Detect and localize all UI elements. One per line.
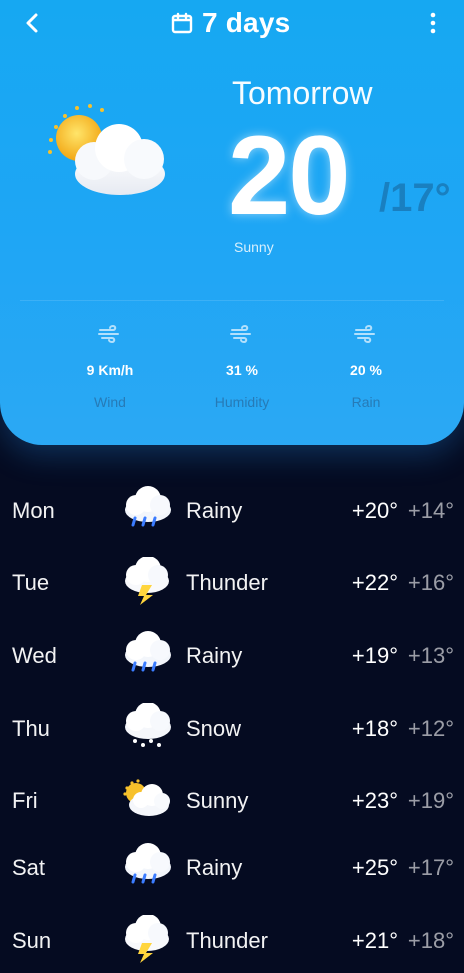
forecast-high: +18°	[351, 716, 398, 741]
wind-icon	[98, 324, 119, 344]
rainy-cloud-icon	[125, 486, 171, 527]
thunder-cloud-icon	[125, 557, 169, 605]
calendar-icon	[171, 12, 193, 34]
forecast-row-tue[interactable]: Tue Thunder +22° +16°	[0, 547, 464, 619]
forecast-low: +19°	[407, 788, 454, 813]
low-temperature: /17°	[379, 176, 451, 220]
rainy-cloud-icon	[125, 843, 171, 884]
forecast-high: +23°	[351, 788, 398, 813]
forecast-condition: Thunder	[186, 928, 268, 953]
partly-sunny-icon	[48, 104, 165, 195]
wind-stat: 9 Km/h Wind	[55, 322, 165, 410]
forecast-high: +19°	[351, 643, 398, 668]
forecast-day: Tue	[12, 570, 50, 595]
forecast-day: Thu	[12, 716, 50, 741]
forecast-condition: Rainy	[186, 643, 243, 668]
forecast-day: Fri	[12, 788, 38, 813]
main-temperature: 20	[228, 113, 351, 238]
rain-stat: 20 % Rain	[311, 322, 421, 410]
forecast-row-thu[interactable]: Thu Snow +18° +12°	[0, 693, 464, 765]
forecast-day-label: Tomorrow	[232, 75, 373, 111]
forecast-day: Sun	[12, 928, 52, 953]
forecast-condition: Snow	[186, 716, 242, 741]
snow-cloud-icon	[125, 703, 171, 747]
forecast-day: Mon	[12, 498, 55, 523]
page-title: 7 days	[202, 7, 291, 38]
more-menu-button[interactable]	[422, 8, 444, 38]
forecast-condition: Sunny	[186, 788, 249, 813]
kebab-menu-icon	[430, 12, 436, 34]
forecast-low: +18°	[407, 928, 454, 953]
weather-condition: Sunny	[234, 239, 274, 255]
weather-stats: 9 Km/h Wind 31 % Humidity 20 % Rain	[0, 322, 464, 422]
rainy-cloud-icon	[125, 631, 171, 672]
forecast-row-wed[interactable]: Wed Rainy +19° +13°	[0, 620, 464, 692]
wind-icon	[230, 324, 251, 344]
forecast-condition: Rainy	[186, 855, 243, 880]
wind-label: Wind	[94, 394, 126, 410]
chevron-left-icon	[26, 13, 38, 33]
humidity-value: 31 %	[226, 362, 258, 378]
page-title-wrap: 7 days	[170, 6, 290, 40]
wind-value: 9 Km/h	[86, 362, 134, 378]
hero-panel: 7 days Tomorrow 20 /17° Sunny 9 Km/h Win…	[0, 0, 464, 445]
forecast-row-sun[interactable]: Sun Thunder +21° +18°	[0, 905, 464, 973]
top-bar: 7 days	[0, 0, 464, 48]
forecast-row-mon[interactable]: Mon Rainy +20° +14°	[0, 475, 464, 547]
sunny-cloud-icon	[123, 779, 170, 816]
back-button[interactable]	[18, 8, 48, 38]
forecast-low: +17°	[407, 855, 454, 880]
rain-label: Rain	[351, 394, 381, 410]
humidity-stat: 31 % Humidity	[187, 322, 297, 410]
forecast-low: +13°	[407, 643, 454, 668]
forecast-condition: Rainy	[186, 498, 243, 523]
forecast-high: +21°	[351, 928, 398, 953]
humidity-label: Humidity	[214, 394, 270, 410]
forecast-day: Wed	[12, 643, 57, 668]
weather-screen: 7 days Tomorrow 20 /17° Sunny 9 Km/h Win…	[0, 0, 464, 973]
forecast-high: +22°	[351, 570, 398, 595]
forecast-condition: Thunder	[186, 570, 268, 595]
thunder-cloud-icon	[125, 915, 169, 963]
forecast-low: +14°	[407, 498, 454, 523]
forecast-high: +20°	[351, 498, 398, 523]
rain-value: 20 %	[350, 362, 382, 378]
forecast-low: +12°	[407, 716, 454, 741]
forecast-row-sat[interactable]: Sat Rainy +25° +17°	[0, 832, 464, 904]
forecast-low: +16°	[407, 570, 454, 595]
seven-day-forecast: Mon Rainy +20° +14° Tue Thunder +22° +16…	[0, 475, 464, 973]
forecast-day: Sat	[12, 855, 46, 880]
wind-icon	[354, 324, 375, 344]
forecast-row-fri[interactable]: Fri Sunny +23° +19°	[0, 765, 464, 837]
forecast-high: +25°	[351, 855, 398, 880]
